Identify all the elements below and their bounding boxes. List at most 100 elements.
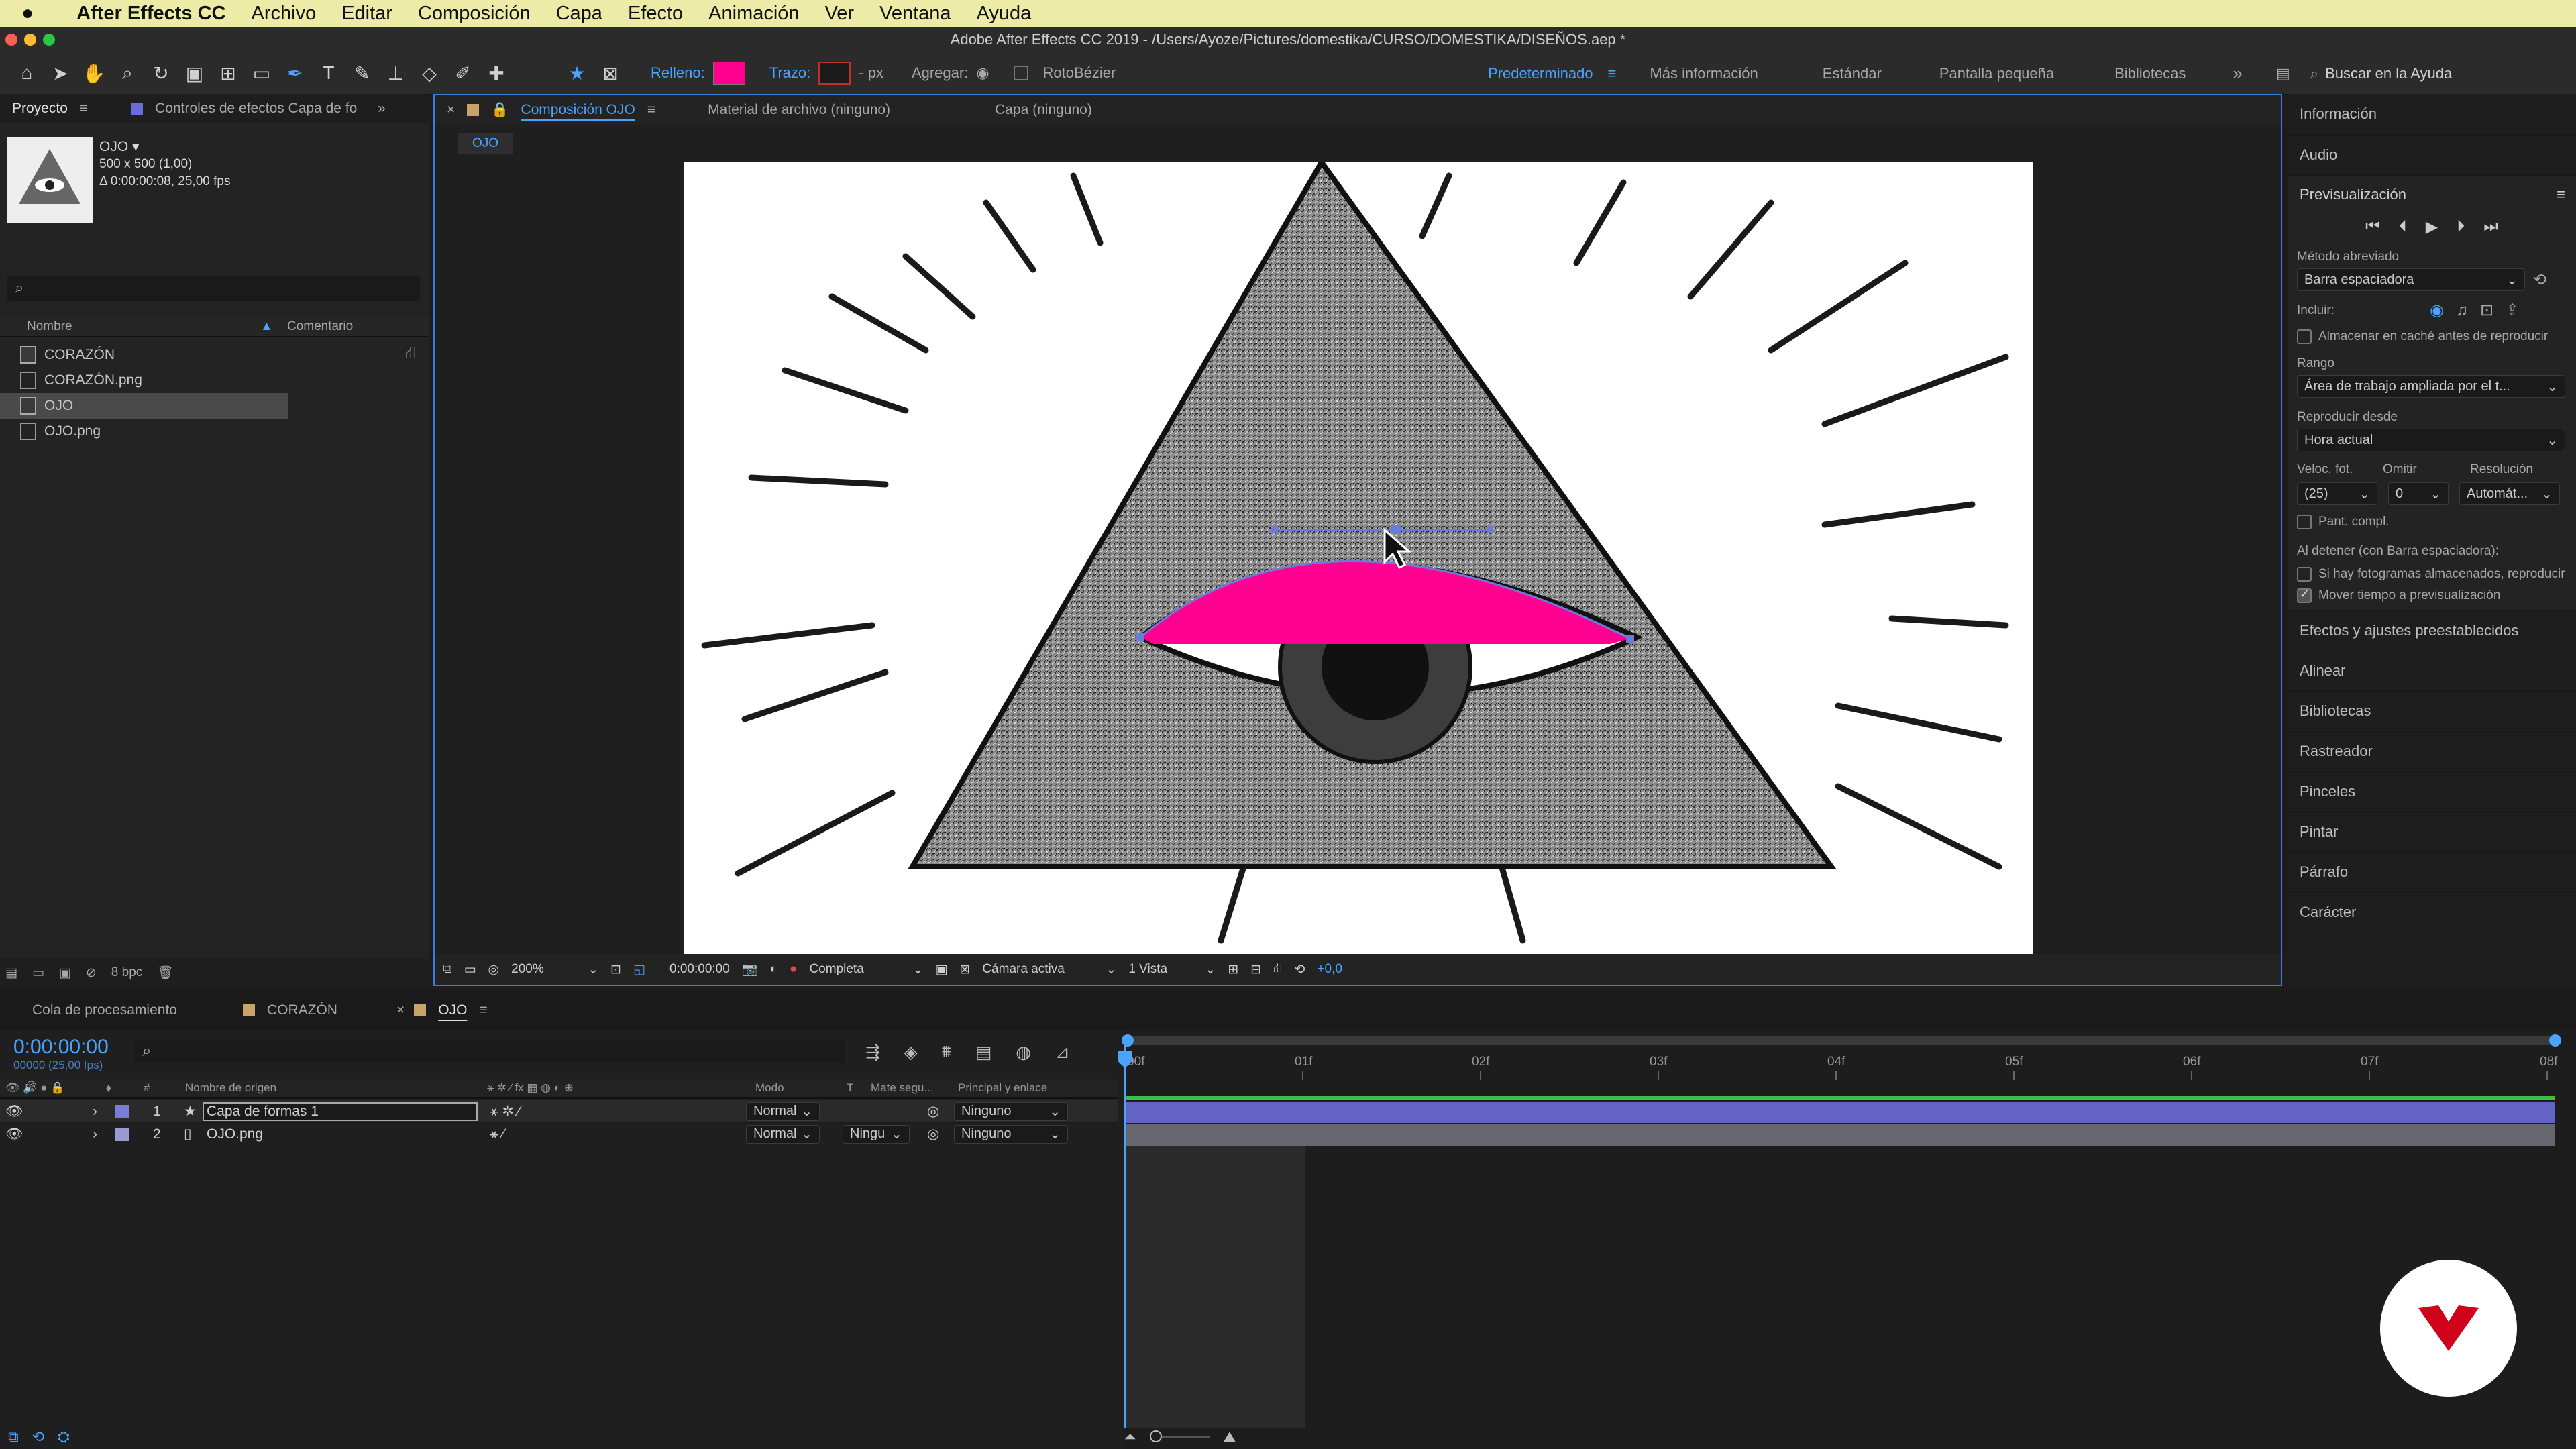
workspace-mas-informacion[interactable]: Más información [1650, 65, 1758, 83]
col-matte[interactable]: Mate segu... [871, 1081, 958, 1095]
add-dropdown-icon[interactable]: ◉ [976, 64, 989, 82]
new-composition-icon[interactable]: ▣ [59, 965, 71, 981]
draft-3d-timeline-icon[interactable]: ◈ [904, 1042, 918, 1063]
panel-menu-icon[interactable]: ≡ [80, 101, 88, 117]
search-help-field[interactable]: Buscar en la Ayuda [2325, 65, 2452, 83]
layer-switches[interactable]: ⚹ ⁄ [478, 1126, 746, 1142]
cached-frames-checkbox[interactable] [2297, 567, 2312, 582]
layer-row[interactable]: 👁 › 2 ▯ OJO.png ⚹ ⁄ Normal ⌄ Ningu ⌄ ◎ Nin… [0, 1123, 1118, 1146]
project-item-name[interactable]: OJO ▾ [99, 138, 230, 156]
tab-layer[interactable]: Capa (ninguno) [983, 102, 1104, 118]
in-out-toggle-icon[interactable]: ⛭ [58, 1428, 70, 1446]
close-tab-icon[interactable]: × [447, 102, 455, 118]
viewer-timecode[interactable]: 0:00:00:00 [669, 962, 730, 977]
zoom-slider[interactable] [1149, 1430, 1210, 1442]
comp-flowchart-icon[interactable]: ⇶ [865, 1042, 880, 1063]
layer-switches[interactable]: ⚹ ✲ ⁄ [478, 1103, 746, 1120]
project-search-input[interactable]: ⌕ [7, 276, 420, 301]
layer-name[interactable]: Capa de formas 1 [203, 1102, 478, 1121]
play-from-dropdown[interactable]: Hora actual ⌄ [2297, 429, 2565, 451]
next-frame-icon[interactable]: ⏵ [2457, 217, 2465, 236]
tab-footage[interactable]: Material de archivo (ninguno) [696, 102, 902, 118]
workspace-pantalla-pequena[interactable]: Pantalla pequeña [1939, 65, 2054, 83]
selection-tool-icon[interactable]: ➤ [47, 60, 74, 87]
interpret-footage-icon[interactable]: ▤ [5, 965, 17, 981]
panel-bibliotecas[interactable]: Bibliotecas [2288, 690, 2576, 731]
col-source-name[interactable]: Nombre de origen [185, 1081, 487, 1095]
tab-proyecto[interactable]: Proyecto [0, 101, 80, 117]
visibility-eye-icon[interactable]: 👁 [5, 1104, 93, 1120]
fit-icon[interactable]: ⊡ [610, 962, 621, 977]
apple-icon[interactable]: ● [21, 2, 34, 25]
layer-matte-dropdown[interactable]: Ningu ⌄ [843, 1124, 910, 1144]
rotate-tool-icon[interactable]: ↻ [148, 60, 174, 87]
last-frame-icon[interactable]: ⏭ [2483, 217, 2498, 236]
flowchart-view-icon[interactable]: ⛙ [1273, 961, 1282, 977]
parent-pickwhip-icon[interactable]: ◎ [927, 1103, 954, 1120]
layer-label-color[interactable] [115, 1127, 129, 1141]
fill-color-swatch[interactable] [712, 62, 745, 85]
panel-parrafo[interactable]: Párrafo [2288, 851, 2576, 892]
graph-editor-icon[interactable]: ⊿ [1055, 1042, 1070, 1063]
shy-layers-icon[interactable]: ⩩ [942, 1041, 951, 1063]
tab-ojo[interactable]: OJO [426, 1002, 479, 1018]
panel-overflow-icon[interactable]: » [378, 101, 386, 117]
lock-icon[interactable]: 🔒 [491, 102, 508, 118]
composition-canvas[interactable] [684, 162, 2033, 954]
work-area-end-handle[interactable] [2549, 1034, 2561, 1046]
fullscreen-checkbox[interactable] [2297, 515, 2312, 529]
project-item-corazon[interactable]: CORAZÓN [0, 342, 409, 368]
show-snapshot-icon[interactable]: ◐ [769, 962, 777, 977]
time-graph[interactable]: 00f 01f 02f 03f 04f 05f 06f 07f 08f ⏶ ⛰ [1118, 1030, 2576, 1449]
resolution-dropdown-preview[interactable]: Automát... ⌄ [2459, 482, 2560, 505]
close-window-button[interactable] [5, 34, 17, 46]
menu-ver[interactable]: Ver [825, 3, 855, 25]
more-workspaces-icon[interactable]: » [2233, 63, 2243, 84]
flowchart-icon[interactable]: ⛙ [405, 343, 417, 364]
clone-stamp-tool-icon[interactable]: ⊥ [382, 60, 409, 87]
camera-tool-icon[interactable]: ▣ [181, 60, 208, 87]
puppet-tool-icon[interactable]: ✚ [483, 60, 510, 87]
workspace-bibliotecas[interactable]: Bibliotecas [2114, 65, 2186, 83]
panel-efectos[interactable]: Efectos y ajustes preestablecidos [2288, 610, 2576, 650]
maximize-window-button[interactable] [43, 34, 55, 46]
panel-informacion[interactable]: Información [2288, 94, 2576, 134]
pan-behind-tool-icon[interactable]: ⊞ [215, 60, 241, 87]
timeline-timecode[interactable]: 0:00:00:00 [13, 1036, 109, 1059]
panel-caracter[interactable]: Carácter [2288, 892, 2576, 932]
previous-frame-icon[interactable]: ⏴ [2399, 217, 2407, 236]
snapping-icon[interactable]: ⊠ [597, 60, 624, 87]
search-help-icon[interactable]: ⌕ [2310, 65, 2318, 83]
rectangle-tool-icon[interactable]: ▭ [248, 60, 275, 87]
panel-rastreador[interactable]: Rastreador [2288, 731, 2576, 771]
transfer-controls-toggle-icon[interactable]: ⟲ [32, 1428, 44, 1446]
bezier-handle-right[interactable] [1487, 526, 1493, 533]
include-video-icon[interactable]: ◉ [2430, 301, 2444, 320]
workspace-menu-icon[interactable]: ≡ [1608, 65, 1617, 83]
menu-ayuda[interactable]: Ayuda [977, 3, 1032, 25]
views-dropdown[interactable]: 1 Vista ⌄ [1128, 962, 1216, 977]
panel-pinceles[interactable]: Pinceles [2288, 771, 2576, 811]
project-item-ojo-png[interactable]: OJO.png [0, 419, 409, 444]
work-area-bar[interactable] [1124, 1036, 2555, 1045]
viewer-menu-icon[interactable]: ≡ [647, 102, 655, 118]
time-ruler[interactable]: 00f 01f 02f 03f 04f 05f 06f 07f 08f [1124, 1048, 2560, 1080]
anchor-point-left[interactable] [1136, 633, 1144, 641]
new-folder-icon[interactable]: ▭ [32, 965, 44, 981]
include-overlays-icon[interactable]: ⊡ [2480, 301, 2493, 320]
zoom-slider-thumb[interactable] [1149, 1430, 1162, 1442]
include-audio-icon[interactable]: ♫ [2456, 301, 2468, 320]
bezier-anchor-point[interactable] [1391, 525, 1401, 534]
move-time-checkbox[interactable] [2297, 587, 2312, 603]
col-parent[interactable]: Principal y enlace [958, 1081, 1047, 1095]
eraser-tool-icon[interactable]: ◇ [416, 60, 443, 87]
first-frame-icon[interactable]: ⏮ [2365, 217, 2380, 236]
transparency-grid-icon[interactable]: ⊠ [959, 962, 970, 977]
col-mode[interactable]: Modo [755, 1081, 847, 1095]
zoom-in-icon[interactable]: ⛰ [1224, 1428, 1236, 1446]
workspace-predeterminado[interactable]: Predeterminado [1488, 65, 1593, 83]
project-item-ojo[interactable]: OJO [0, 393, 288, 419]
menu-composicion[interactable]: Composición [418, 3, 531, 25]
col-comment[interactable]: Comentario [287, 319, 353, 334]
expand-arrow-icon[interactable]: › [93, 1104, 115, 1120]
